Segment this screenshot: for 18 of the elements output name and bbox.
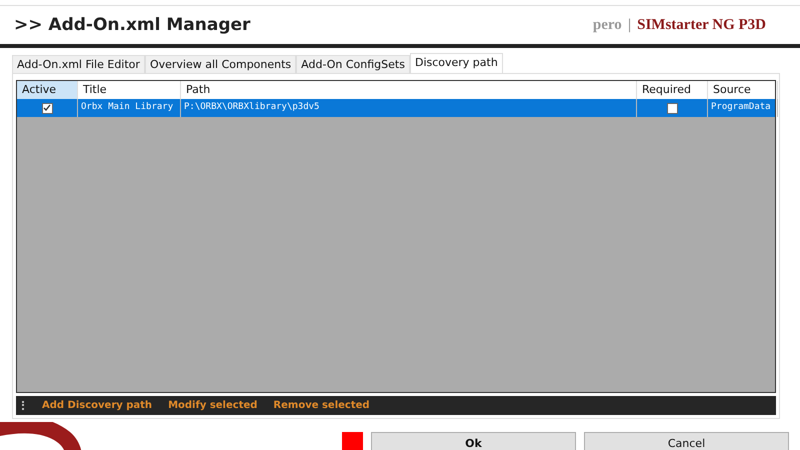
tab[interactable]: Add-On.xml File Editor [12, 55, 145, 73]
tab[interactable]: Add-On ConfigSets [296, 55, 410, 73]
toolbar-link[interactable]: Remove selected [273, 400, 370, 411]
table-cell: Orbx Main Library [78, 99, 181, 117]
toolbar-link[interactable]: Add Discovery path [42, 400, 152, 411]
tab[interactable]: Discovery path [410, 53, 503, 73]
user-name: pero [592, 16, 622, 34]
dialog-button[interactable]: Cancel [584, 432, 789, 450]
table-cell: P:\ORBX\ORBXlibrary\p3dv5 [181, 99, 637, 117]
window-title: >> Add-On.xml Manager [14, 15, 250, 35]
product-name: SIMstarter NG P3D [637, 16, 766, 34]
separator: | [628, 16, 632, 34]
toolbar-link[interactable]: Modify selected [168, 400, 258, 411]
column-header[interactable]: Active [17, 81, 78, 99]
dialog-button[interactable]: Ok [371, 432, 576, 450]
tab[interactable]: Overview all Components [144, 55, 296, 73]
table-cell: ProgramData [708, 99, 778, 117]
table-row[interactable]: Orbx Main Library P:\ORBX\ORBXlibrary\p3dv5 ProgramData [17, 99, 775, 117]
